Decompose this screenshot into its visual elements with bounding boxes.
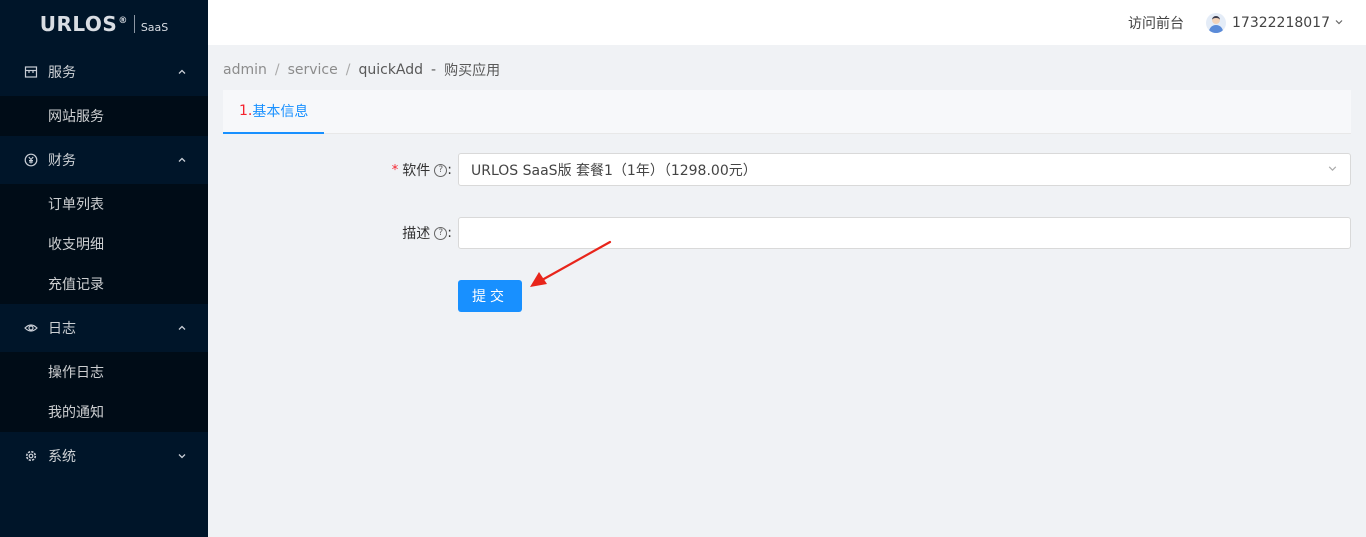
breadcrumb-item-current: quickAdd xyxy=(358,62,424,78)
sidebar-item-order-list[interactable]: 订单列表 xyxy=(0,184,208,224)
chevron-up-icon xyxy=(176,66,188,78)
tab-step-number: 1. xyxy=(239,103,253,119)
menu-head-finance[interactable]: 财务 xyxy=(0,136,208,184)
label-colon: : xyxy=(447,162,452,178)
sidebar-item-recharge-records[interactable]: 充值记录 xyxy=(0,264,208,304)
avatar xyxy=(1206,12,1227,33)
logo-text: URLOS® xyxy=(39,12,128,36)
software-label-text: 软件 xyxy=(402,163,431,179)
question-circle-icon[interactable]: ? xyxy=(434,163,448,177)
chevron-down-icon xyxy=(1334,15,1344,31)
submenu-logs: 操作日志 我的通知 xyxy=(0,352,208,432)
page-title: 购买应用 xyxy=(444,63,501,79)
eye-icon xyxy=(24,321,38,335)
description-label: 描述 ? : xyxy=(360,223,452,243)
question-circle-icon[interactable]: ? xyxy=(434,226,448,240)
breadcrumb-item-admin[interactable]: admin xyxy=(223,62,267,78)
sidebar-item-income-expense[interactable]: 收支明细 xyxy=(0,224,208,264)
submenu-finance: 订单列表 收支明细 充值记录 xyxy=(0,184,208,304)
logo[interactable]: URLOS® SaaS xyxy=(0,0,208,48)
submenu-service: 网站服务 xyxy=(0,96,208,136)
description-label-text: 描述 xyxy=(402,226,431,242)
breadcrumb-dash: - xyxy=(431,62,437,78)
sidebar-item-my-notifications[interactable]: 我的通知 xyxy=(0,392,208,432)
menu-head-system[interactable]: 系统 xyxy=(0,432,208,480)
tab-basic-info[interactable]: 1. 基本信息 xyxy=(223,90,325,134)
gear-icon xyxy=(24,449,38,463)
label-colon: : xyxy=(447,225,452,241)
sidebar: URLOS® SaaS 服务 网站服务 财务 订单列表 收支明细 充值记录 日志… xyxy=(0,0,208,537)
logo-edition: SaaS xyxy=(140,20,169,34)
chevron-up-icon xyxy=(176,154,188,166)
sidebar-item-operation-log[interactable]: 操作日志 xyxy=(0,352,208,392)
shop-icon xyxy=(24,65,38,79)
menu-group-service: 服务 网站服务 xyxy=(0,48,208,136)
chevron-down-icon xyxy=(176,450,188,462)
menu-head-label: 系统 xyxy=(48,449,76,465)
menu-head-label: 服务 xyxy=(48,65,76,81)
menu-head-label: 财务 xyxy=(48,153,76,169)
software-select-value: URLOS SaaS版 套餐1（1年）（1298.00元） xyxy=(471,162,757,179)
annotation-arrow-icon xyxy=(530,240,612,287)
steps-tabs: 1. 基本信息 xyxy=(223,90,1351,134)
menu-head-label: 日志 xyxy=(48,321,76,337)
menu-group-finance: 财务 订单列表 收支明细 充值记录 xyxy=(0,136,208,304)
submit-button[interactable]: 提交 xyxy=(458,280,522,312)
required-marker: * xyxy=(391,162,399,178)
breadcrumb-item-service[interactable]: service xyxy=(288,62,338,78)
menu-head-logs[interactable]: 日志 xyxy=(0,304,208,352)
logo-divider xyxy=(133,15,135,33)
menu-head-service[interactable]: 服务 xyxy=(0,48,208,96)
top-header: 访问前台 17322218017 xyxy=(208,0,1366,45)
username: 17322218017 xyxy=(1232,14,1330,31)
yuan-circle-icon xyxy=(24,153,38,167)
chevron-down-icon xyxy=(1327,162,1338,178)
breadcrumb-separator: / xyxy=(274,62,280,78)
breadcrumb-separator: / xyxy=(345,62,351,78)
software-label: * 软件 ? : xyxy=(360,160,452,180)
user-menu[interactable]: 17322218017 xyxy=(1206,12,1344,33)
menu-group-logs: 日志 操作日志 我的通知 xyxy=(0,304,208,432)
menu-group-system: 系统 xyxy=(0,432,208,480)
tab-label: 基本信息 xyxy=(252,104,309,120)
software-select[interactable]: URLOS SaaS版 套餐1（1年）（1298.00元） xyxy=(458,153,1351,186)
visit-frontend-link[interactable]: 访问前台 xyxy=(1128,13,1184,33)
sidebar-item-website-service[interactable]: 网站服务 xyxy=(0,96,208,136)
chevron-up-icon xyxy=(176,322,188,334)
breadcrumb: admin / service / quickAdd - 购买应用 xyxy=(223,60,500,80)
